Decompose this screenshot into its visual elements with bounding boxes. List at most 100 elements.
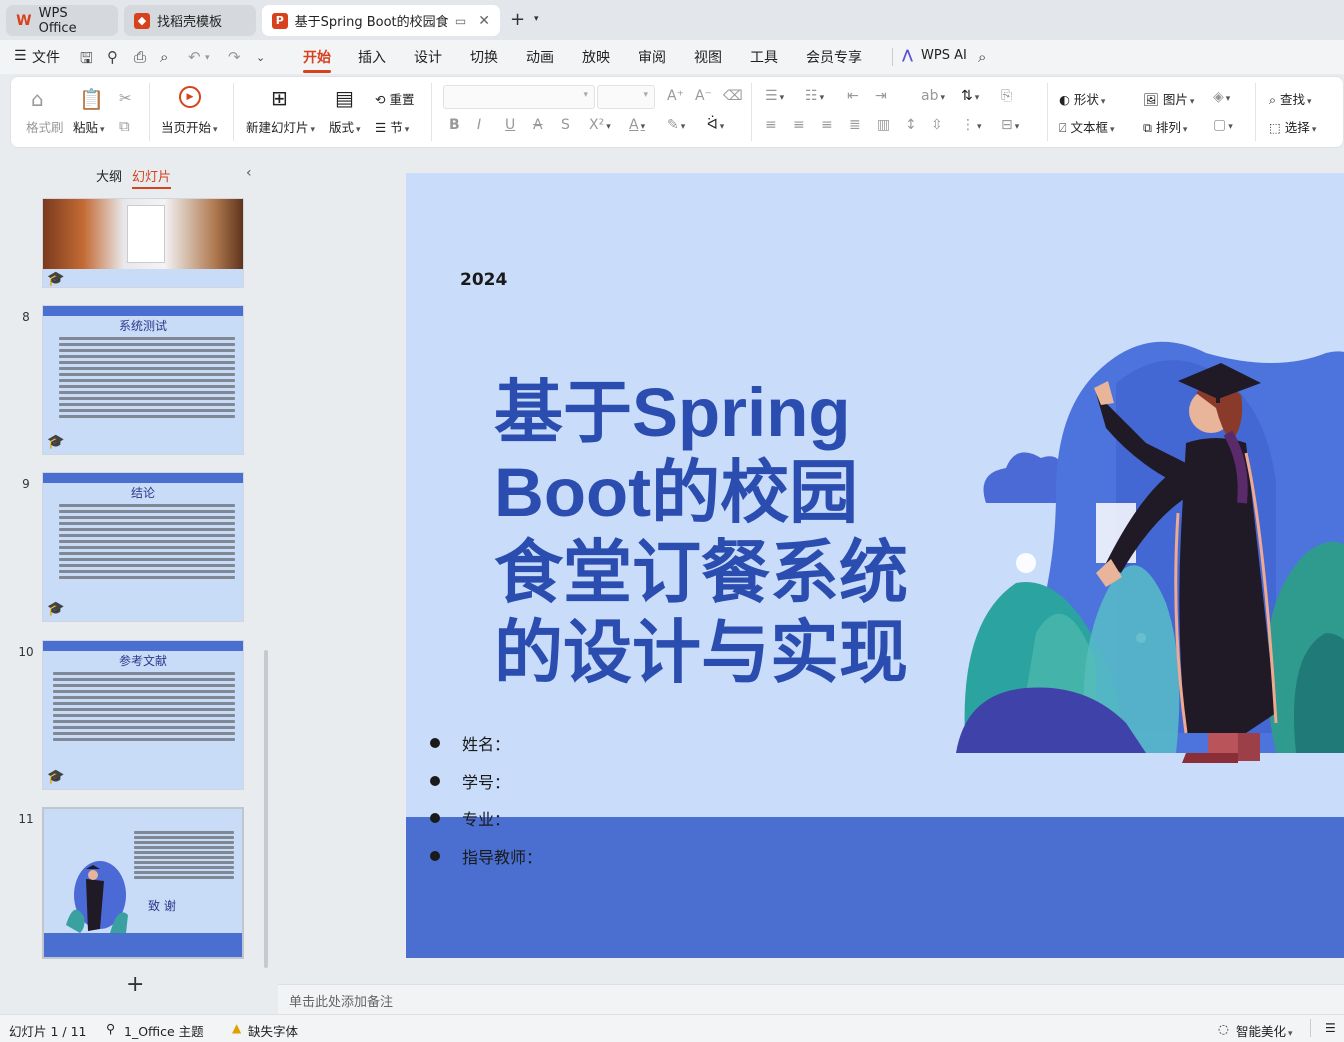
search-icon[interactable]: ⌕	[978, 48, 986, 66]
outline-icon[interactable]: ▢ ▾	[1213, 117, 1233, 133]
increase-font-icon[interactable]: A⁺	[667, 88, 684, 104]
textbox-button[interactable]: ⍁ 文本框 ▾	[1059, 117, 1115, 136]
menu-design[interactable]: 设计	[414, 47, 442, 67]
play-current-button[interactable]: 当页开始 ▾	[161, 117, 218, 136]
menu-review[interactable]: 审阅	[638, 47, 666, 67]
text-wrap-icon[interactable]: ab ▾	[921, 88, 945, 104]
menu-member[interactable]: 会员专享	[806, 47, 862, 67]
slide-title[interactable]: 基于Spring Boot的校园 食堂订餐系统 的设计与实现	[494, 373, 944, 693]
decrease-font-icon[interactable]: A⁻	[695, 88, 712, 104]
slide-year[interactable]: 2024	[460, 270, 507, 290]
add-tab-icon[interactable]: +	[510, 9, 525, 30]
font-family-select[interactable]: ▾	[443, 85, 595, 109]
columns-icon[interactable]: ⋮ ▾	[961, 117, 982, 133]
copy-icon[interactable]: ⧉	[119, 117, 130, 135]
thumb-text-line	[53, 714, 235, 717]
format-painter-button[interactable]: 格式刷	[26, 117, 64, 136]
align-center-icon[interactable]: ≡	[793, 117, 805, 133]
paragraph-spacing-icon[interactable]: ⇳	[931, 117, 943, 133]
new-slide-button[interactable]: 新建幻灯片 ▾	[246, 117, 315, 136]
strikethrough-icon[interactable]: A	[533, 117, 543, 133]
menu-wps-ai[interactable]: WPS AI	[921, 48, 967, 63]
redo-icon[interactable]: ↷	[228, 48, 241, 66]
print-icon[interactable]: ⎙	[134, 48, 146, 66]
notes-pane[interactable]: 单击此处添加备注	[278, 984, 1344, 1014]
share-icon[interactable]: ⚲	[107, 48, 118, 66]
chevron-down-icon[interactable]: ▾	[205, 53, 210, 63]
tab-wps-office[interactable]: W WPS Office	[6, 5, 118, 36]
window-icon[interactable]: ▭	[455, 14, 466, 28]
convert-icon[interactable]: ⎘	[1001, 88, 1012, 104]
bold-icon[interactable]: B	[449, 117, 460, 133]
highlight-icon[interactable]: ✎ ▾	[667, 117, 685, 133]
reset-button[interactable]: ⟲ 重置	[375, 89, 414, 108]
slide-thumbnail[interactable]: 结论 🎓	[42, 472, 244, 622]
find-button[interactable]: ⌕ 查找 ▾	[1269, 89, 1312, 108]
tab-outline[interactable]: 大纲	[96, 166, 122, 185]
menu-tools[interactable]: 工具	[750, 47, 778, 67]
collapse-panel-icon[interactable]: ‹	[246, 165, 252, 181]
slide-thumbnail[interactable]: 致 谢	[42, 807, 244, 959]
tab-current-document[interactable]: P 基于Spring Boot的校园食堂i ▭ ✕	[262, 5, 500, 36]
text-align-icon[interactable]: ⊟ ▾	[1001, 117, 1019, 133]
menu-view[interactable]: 视图	[694, 47, 722, 67]
shape-button[interactable]: ◐ 形状 ▾	[1059, 89, 1105, 108]
menu-animation[interactable]: 动画	[526, 47, 554, 67]
char-spacing-icon[interactable]: ᐛ ▾	[707, 117, 724, 133]
numbering-icon[interactable]: ☷ ▾	[805, 88, 824, 104]
theme-name[interactable]: 1_Office 主题	[124, 1021, 204, 1040]
layout-button[interactable]: 版式 ▾	[329, 117, 361, 136]
text-direction-icon[interactable]: ⇅ ▾	[961, 88, 979, 104]
increase-indent-icon[interactable]: ⇥	[875, 88, 887, 104]
tab-slides[interactable]: 幻灯片	[132, 166, 172, 189]
italic-icon[interactable]: I	[477, 117, 481, 133]
more-icon[interactable]: ⌄	[256, 51, 265, 64]
menu-transition[interactable]: 切换	[470, 47, 498, 67]
align-left-icon[interactable]: ≡	[765, 117, 777, 133]
slide[interactable]: 2024 基于Spring Boot的校园 食堂订餐系统 的设计与实现 姓名： …	[406, 173, 1344, 958]
slide-info-list[interactable]: 姓名： 学号： 专业： 指导教师：	[406, 723, 806, 873]
align-right-icon[interactable]: ≡	[821, 117, 833, 133]
menu-bar: ☰ 文件 🖫 ⚲ ⎙ ⌕ ↶ ▾ ↷ ⌄ 开始 插入 设计 切换 动画 放映 审…	[0, 40, 1344, 74]
chevron-down-icon[interactable]: ▾	[534, 14, 539, 24]
slide-thumbnail[interactable]: 系统测试 🎓	[42, 305, 244, 455]
panel-scrollbar[interactable]	[264, 650, 268, 968]
superscript-icon[interactable]: X² ▾	[589, 117, 611, 133]
select-button[interactable]: ⬚ 选择 ▾	[1269, 117, 1316, 136]
slide-thumbnail[interactable]: 参考文献 🎓	[42, 640, 244, 790]
new-slide-label: 新建幻灯片	[246, 120, 309, 135]
bullets-icon[interactable]: ☰ ▾	[765, 88, 784, 104]
section-button[interactable]: ☰ 节 ▾	[375, 117, 409, 136]
chevron-down-icon: ▾	[583, 90, 588, 100]
add-slide-icon[interactable]: +	[126, 972, 144, 997]
underline-icon[interactable]: U	[505, 117, 515, 133]
arrange-button[interactable]: ⧉ 排列 ▾	[1143, 117, 1187, 136]
font-size-select[interactable]: ▾	[597, 85, 655, 109]
close-icon[interactable]: ✕	[478, 13, 490, 29]
distribute-icon[interactable]: ▥	[877, 117, 890, 133]
shadow-icon[interactable]: S	[561, 117, 570, 133]
menu-file[interactable]: 文件	[32, 47, 60, 67]
font-color-icon[interactable]: A ▾	[629, 117, 645, 133]
notes-toggle-icon[interactable]: ☰	[1325, 1021, 1336, 1035]
decrease-indent-icon[interactable]: ⇤	[847, 88, 859, 104]
hamburger-icon[interactable]: ☰	[14, 48, 27, 64]
save-icon[interactable]: 🖫	[80, 48, 93, 73]
fill-icon[interactable]: ◈ ▾	[1213, 89, 1230, 105]
paste-button[interactable]: 粘贴 ▾	[73, 117, 105, 136]
picture-button[interactable]: 🖼 图片 ▾	[1143, 89, 1194, 108]
missing-font-button[interactable]: 缺失字体	[248, 1021, 298, 1040]
slide-title-line: 食堂订餐系统	[494, 534, 908, 611]
justify-icon[interactable]: ≣	[849, 117, 861, 133]
cut-icon[interactable]: ✂	[119, 89, 132, 107]
clear-format-icon[interactable]: ⌫	[723, 88, 743, 104]
slide-thumbnail[interactable]: 🎓	[42, 198, 244, 288]
menu-slideshow[interactable]: 放映	[582, 47, 610, 67]
line-spacing-icon[interactable]: ↕	[905, 117, 917, 133]
menu-insert[interactable]: 插入	[358, 47, 386, 67]
tab-template[interactable]: ◆ 找稻壳模板	[124, 5, 256, 36]
undo-icon[interactable]: ↶	[188, 48, 201, 66]
preview-icon[interactable]: ⌕	[160, 48, 168, 66]
menu-home[interactable]: 开始	[303, 47, 331, 73]
smart-beautify-button[interactable]: 智能美化 ▾	[1236, 1021, 1293, 1040]
